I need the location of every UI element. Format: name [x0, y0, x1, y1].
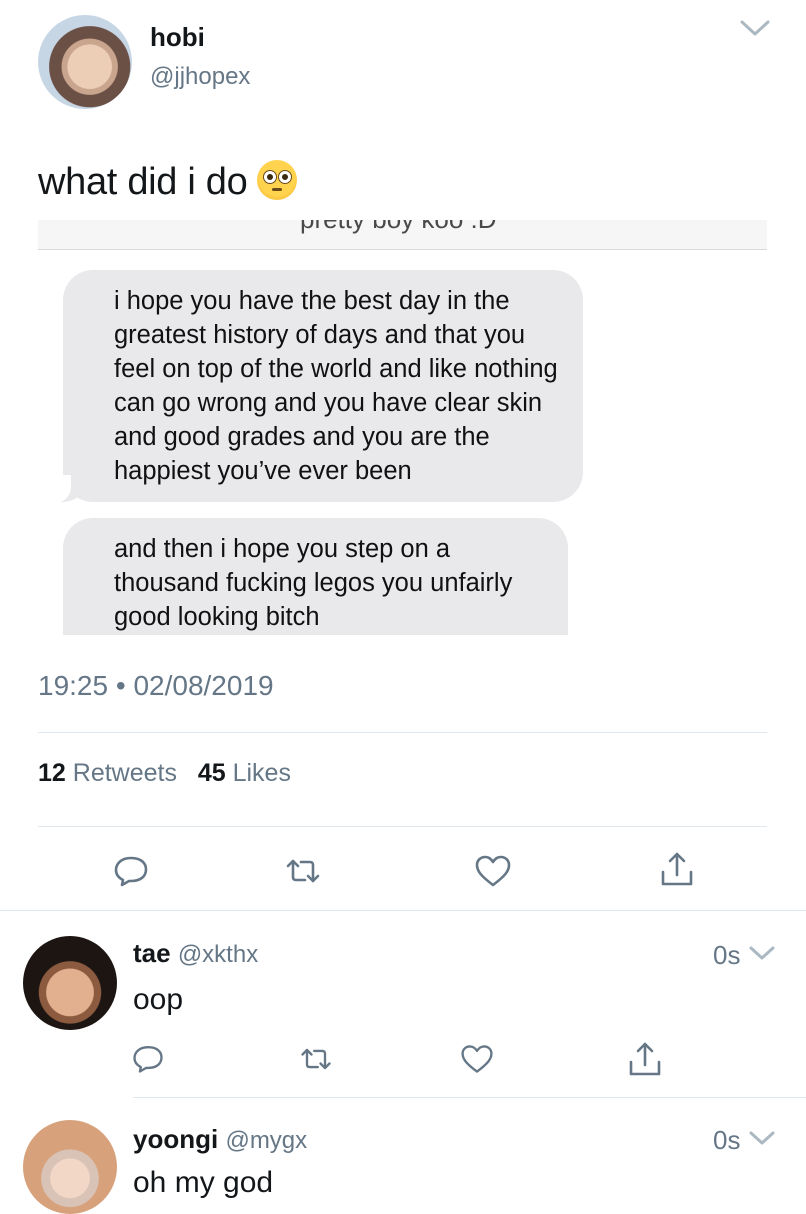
author-avatar[interactable] — [38, 15, 132, 109]
like-icon[interactable] — [473, 851, 513, 891]
divider — [38, 732, 767, 733]
reply-avatar[interactable] — [23, 936, 117, 1030]
message-text: and then i hope you step on a thousand f… — [114, 535, 513, 631]
divider — [0, 910, 806, 911]
retweet-stat[interactable]: 12 Retweets — [38, 759, 177, 787]
reply-author-name[interactable]: yoongi — [133, 1124, 218, 1154]
chevron-down-icon[interactable] — [749, 1129, 775, 1149]
retweet-count: 12 — [38, 759, 66, 787]
retweet-icon[interactable] — [298, 1041, 334, 1077]
reply-author-name[interactable]: tae — [133, 938, 171, 968]
reply-text: oh my god — [133, 1166, 274, 1199]
tweet-timestamp: 19:25 • 02/08/2019 — [38, 670, 274, 702]
message-text: i hope you have the best day in the grea… — [114, 287, 558, 485]
author-handle[interactable]: @jjhopex — [150, 63, 250, 91]
like-icon[interactable] — [459, 1041, 495, 1077]
flushed-face-icon — [257, 160, 298, 200]
share-icon[interactable] — [625, 1040, 665, 1080]
chevron-down-icon[interactable] — [749, 944, 775, 964]
retweet-icon[interactable] — [283, 851, 323, 891]
chevron-down-icon[interactable] — [740, 18, 770, 42]
reply-time: 0s — [713, 1125, 741, 1155]
tweet-text-content: what did i do — [38, 161, 248, 203]
tweet-time: 19:25 — [38, 670, 109, 701]
tweet-date: 02/08/2019 — [133, 670, 274, 701]
screenshot-cut-text: pretty boy koo :D — [300, 220, 497, 235]
engagement-counts: 12 Retweets 45 Likes — [38, 759, 291, 788]
divider — [133, 1097, 806, 1098]
like-count: 45 — [197, 759, 226, 787]
like-stat[interactable]: 45 Likes — [198, 759, 291, 787]
divider — [38, 826, 767, 827]
tweet-text: what did i do — [38, 160, 298, 204]
message-bubble: i hope you have the best day in the grea… — [47, 270, 583, 503]
tweet-image[interactable]: pretty boy koo :D i hope you have the be… — [38, 220, 767, 635]
reply-time: 0s — [713, 940, 741, 970]
reply-header: tae @xkthx — [133, 938, 258, 969]
message-bubble: and then i hope you step on a thousand f… — [63, 518, 568, 635]
reply-text: oop — [133, 983, 184, 1016]
reply-author-handle[interactable]: @mygx — [225, 1127, 307, 1154]
author-name[interactable]: hobi — [150, 22, 205, 53]
timestamp-separator: • — [115, 670, 126, 701]
reply-header: yoongi @mygx — [133, 1124, 307, 1155]
like-label: Likes — [232, 759, 291, 787]
share-icon[interactable] — [657, 850, 697, 890]
reply-author-handle[interactable]: @xkthx — [178, 941, 258, 968]
reply-icon[interactable] — [130, 1040, 166, 1076]
reply-icon[interactable] — [111, 850, 151, 890]
retweet-label: Retweets — [72, 759, 177, 787]
screenshot-header: pretty boy koo :D — [38, 220, 767, 250]
